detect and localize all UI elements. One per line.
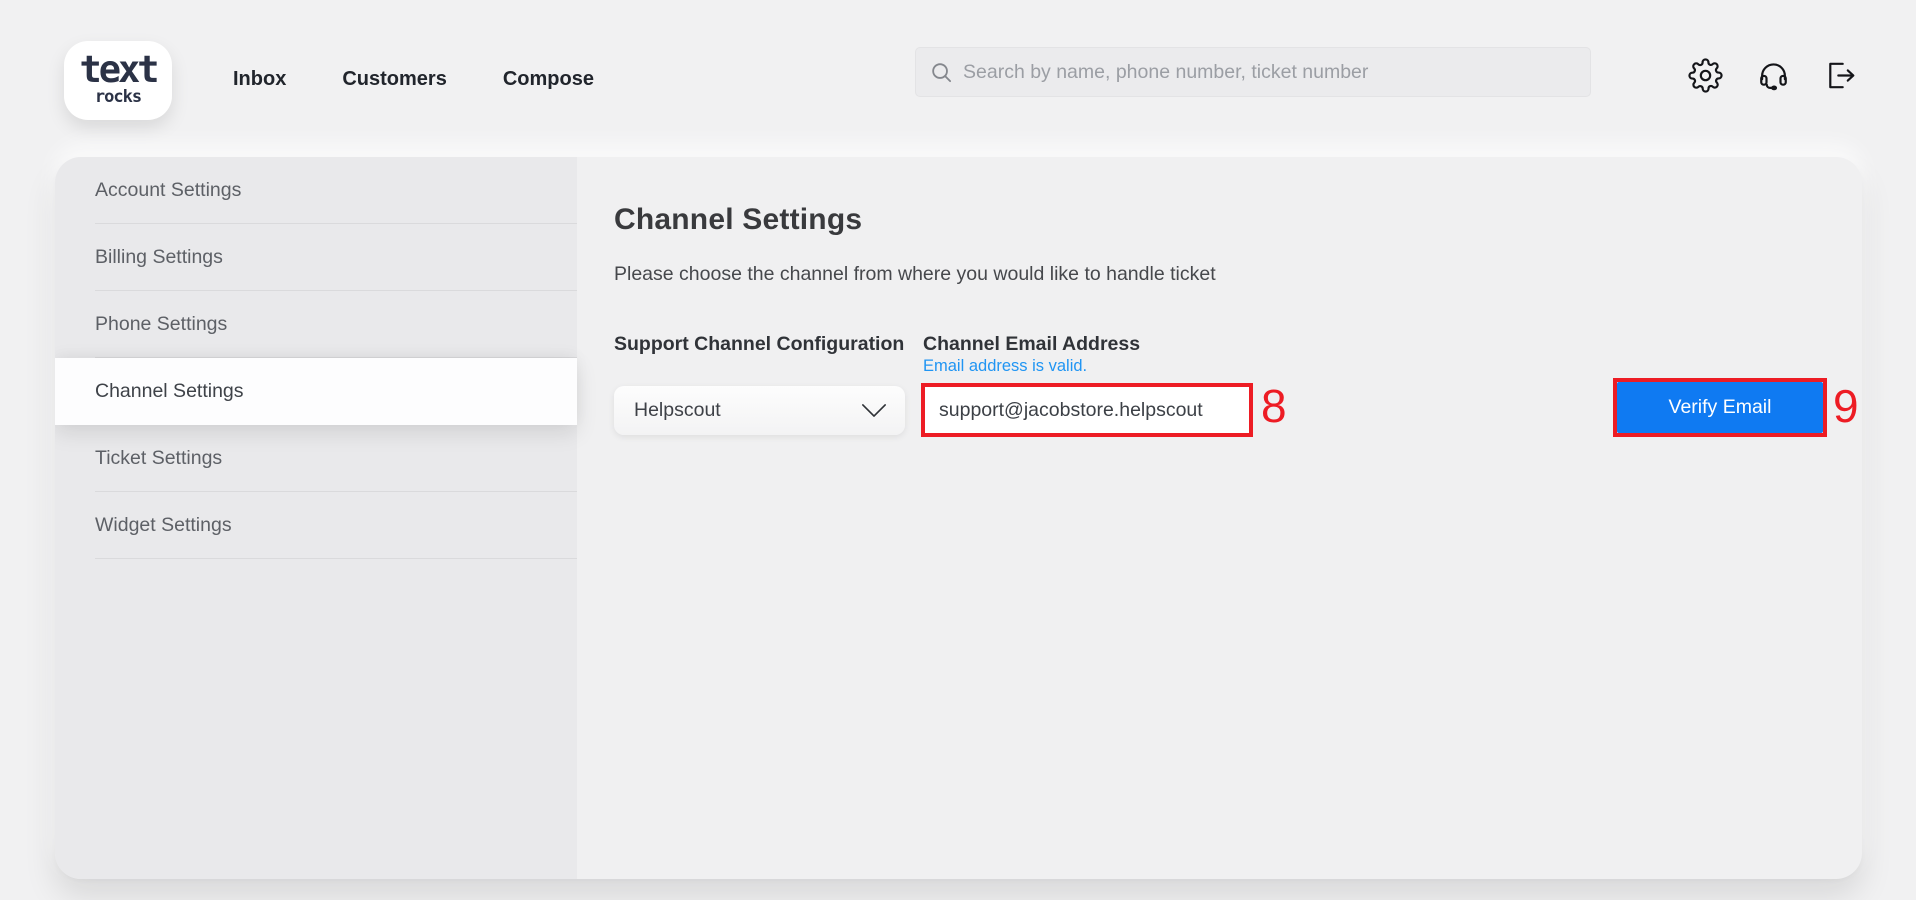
annotation-number-9: 9	[1833, 380, 1859, 432]
nav-item-compose[interactable]: Compose	[503, 68, 594, 91]
nav-item-customers[interactable]: Customers	[342, 68, 446, 91]
channel-email-label: Channel Email Address	[923, 333, 1141, 355]
brand-logo[interactable]: text rocks	[64, 41, 172, 120]
support-channel-label: Support Channel Configuration	[614, 333, 905, 355]
brand-logo-text: text	[79, 47, 159, 91]
search-input[interactable]	[963, 60, 1576, 84]
annotation-box-8	[921, 383, 1253, 437]
verify-email-button[interactable]: Verify Email	[1617, 382, 1823, 433]
main-nav: Inbox Customers Compose	[233, 0, 594, 158]
settings-card: Account Settings Billing Settings Phone …	[55, 157, 1862, 879]
support-headset-icon[interactable]	[1756, 58, 1791, 93]
page-title: Channel Settings	[614, 203, 863, 236]
brand-logo-subtext: rocks	[94, 87, 142, 108]
sidebar-item-phone-settings[interactable]: Phone Settings	[55, 291, 577, 358]
sidebar-item-ticket-settings[interactable]: Ticket Settings	[55, 425, 577, 492]
annotation-number-8: 8	[1261, 380, 1287, 432]
page-subtitle: Please choose the channel from where you…	[614, 263, 1216, 285]
chevron-down-icon	[861, 403, 887, 418]
logout-icon[interactable]	[1823, 58, 1858, 93]
sidebar-item-billing-settings[interactable]: Billing Settings	[55, 224, 577, 291]
support-channel-selected-value: Helpscout	[634, 399, 721, 421]
annotation-box-9: Verify Email	[1613, 378, 1827, 437]
settings-gear-icon[interactable]	[1688, 58, 1723, 93]
global-search-bar[interactable]	[915, 47, 1591, 97]
channel-email-input[interactable]	[925, 387, 1249, 433]
channel-settings-panel: Channel Settings Please choose the chann…	[577, 157, 1862, 879]
support-channel-select[interactable]: Helpscout	[614, 386, 905, 435]
search-icon	[930, 61, 953, 84]
settings-sidebar: Account Settings Billing Settings Phone …	[55, 157, 577, 879]
sidebar-item-account-settings[interactable]: Account Settings	[55, 157, 577, 224]
email-validation-message: Email address is valid.	[923, 357, 1088, 375]
nav-item-inbox[interactable]: Inbox	[233, 68, 286, 91]
sidebar-item-channel-settings[interactable]: Channel Settings	[55, 358, 577, 425]
sidebar-item-widget-settings[interactable]: Widget Settings	[55, 492, 577, 559]
